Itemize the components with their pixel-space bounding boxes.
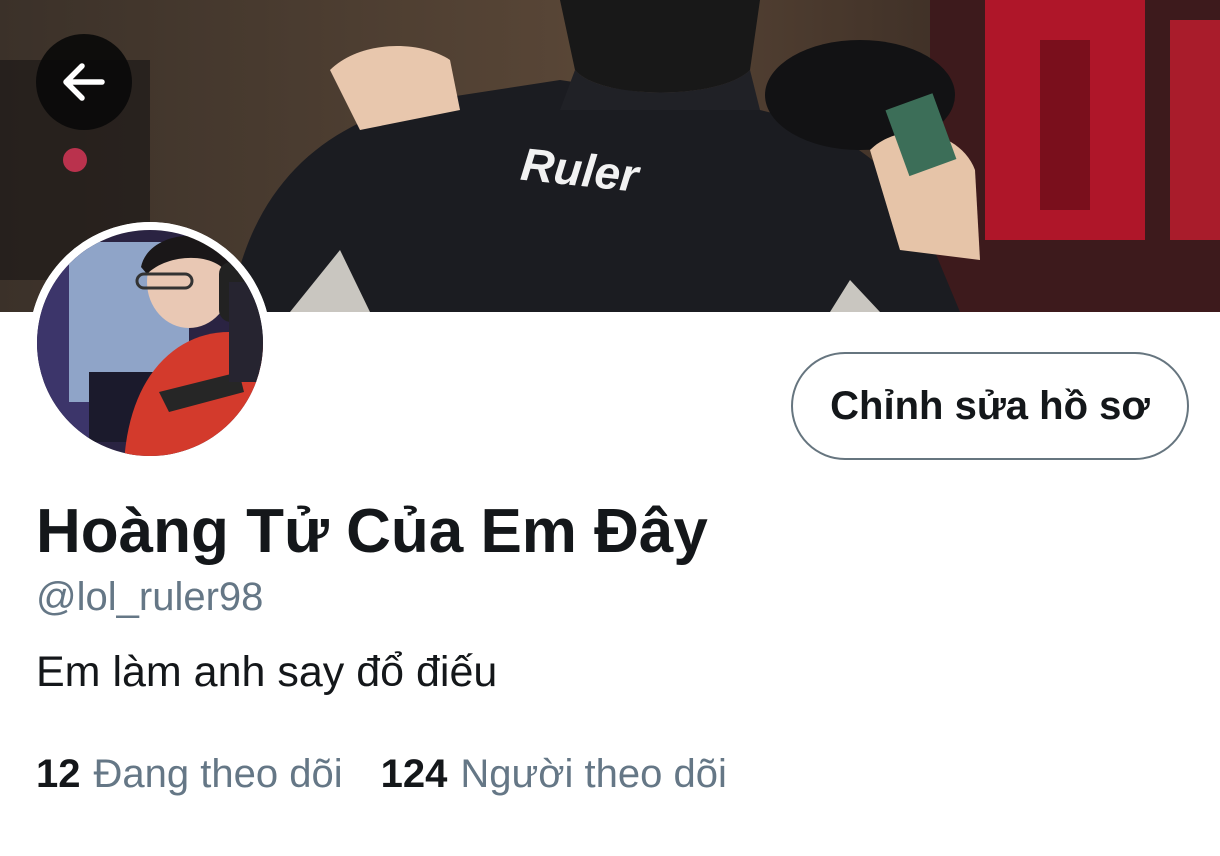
following-count: 12 <box>36 752 81 796</box>
user-handle: @lol_ruler98 <box>36 575 264 619</box>
user-bio: Em làm anh say đổ điếu <box>36 648 498 696</box>
arrow-left-icon <box>63 63 105 101</box>
back-button[interactable] <box>36 34 132 130</box>
follow-stats: 12 Đang theo dõi 124 Người theo dõi <box>36 748 727 800</box>
avatar-photo <box>29 222 271 464</box>
following-link[interactable]: 12 Đang theo dõi <box>36 748 343 800</box>
edit-profile-button[interactable]: Chỉnh sửa hồ sơ <box>791 352 1189 460</box>
followers-count: 124 <box>380 752 448 796</box>
profile-avatar[interactable] <box>29 222 271 464</box>
following-label: Đang theo dõi <box>93 752 343 796</box>
followers-label: Người theo dõi <box>460 752 727 796</box>
followers-link[interactable]: 124 Người theo dõi <box>381 748 727 800</box>
display-name: Hoàng Tử Của Em Đây <box>36 497 708 566</box>
